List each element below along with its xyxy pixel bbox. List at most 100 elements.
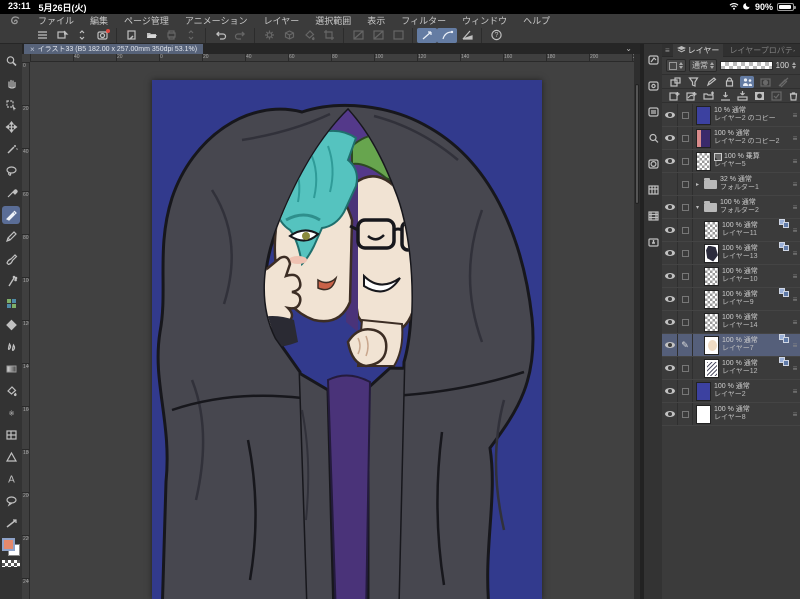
layer-checkbox[interactable]: [678, 265, 693, 287]
expander-icon[interactable]: ▸: [696, 181, 701, 188]
layer-row[interactable]: 100 % 通常 レイヤー11 ≡: [662, 219, 800, 242]
row-drag-handle[interactable]: ≡: [790, 265, 800, 287]
new-raster-layer-button[interactable]: [668, 90, 681, 102]
layer-row[interactable]: ✎ 100 % 通常 レイヤー7 ≡: [662, 334, 800, 357]
new-folder-button[interactable]: [702, 90, 715, 102]
tab-layer-property[interactable]: レイヤープロパティ: [723, 44, 795, 57]
palette-color-select[interactable]: [666, 59, 686, 72]
draft-layer-icon[interactable]: [704, 76, 718, 88]
layer-checkbox[interactable]: [678, 196, 693, 218]
layer-checkbox[interactable]: [678, 173, 693, 195]
layer-checkbox[interactable]: [678, 219, 693, 241]
layer-checkbox[interactable]: [678, 403, 693, 425]
animation-cels-panel-button[interactable]: [646, 182, 661, 197]
frame-border-tool[interactable]: [2, 426, 20, 444]
gradient-tool[interactable]: [2, 360, 20, 378]
layer-row[interactable]: 100 % 通常 レイヤー12 ≡: [662, 357, 800, 380]
quick-access-panel-button[interactable]: [646, 52, 661, 67]
help-button[interactable]: ?: [486, 28, 506, 43]
main-menu-button[interactable]: [32, 28, 52, 43]
row-drag-handle[interactable]: ≡: [790, 242, 800, 264]
layer-row[interactable]: 10 % 通常 レイヤー2 のコピー ≡: [662, 104, 800, 127]
layer-row[interactable]: 100 % 通常 レイヤー13 ≡: [662, 242, 800, 265]
panel-menu-icon[interactable]: ≡: [662, 46, 673, 55]
blend-tool[interactable]: [2, 338, 20, 356]
tool-property-panel-button[interactable]: [646, 104, 661, 119]
new-canvas-button[interactable]: [121, 28, 141, 43]
layer-visibility-toggle[interactable]: [662, 104, 678, 126]
layer-checkbox[interactable]: [678, 380, 693, 402]
pasteboard[interactable]: [30, 62, 640, 599]
row-drag-handle[interactable]: ≡: [790, 196, 800, 218]
lock-transparent-pixels-icon[interactable]: [686, 76, 700, 88]
layer-visibility-toggle[interactable]: [662, 403, 678, 425]
selection-tool[interactable]: [2, 162, 20, 180]
opacity-slider[interactable]: [720, 61, 773, 70]
reference-layer-icon[interactable]: [740, 75, 754, 88]
color-swatches[interactable]: [2, 538, 20, 556]
layer-row[interactable]: 100 % 通常 レイヤー10 ≡: [662, 265, 800, 288]
snap-ruler-button[interactable]: [417, 27, 437, 43]
row-drag-handle[interactable]: ≡: [790, 127, 800, 149]
editing-pencil-icon[interactable]: ✎: [678, 334, 693, 356]
auto-select-tool[interactable]: [2, 140, 20, 158]
sub-tool-panel-button[interactable]: [646, 78, 661, 93]
brush-tool[interactable]: [2, 250, 20, 268]
airbrush-tool[interactable]: [2, 272, 20, 290]
row-drag-handle[interactable]: ≡: [790, 380, 800, 402]
enable-mask-icon[interactable]: [758, 76, 772, 88]
layer-row[interactable]: 100 % 通常 レイヤー8 ≡: [662, 403, 800, 426]
layer-visibility-toggle[interactable]: [662, 380, 678, 402]
layer-checkbox[interactable]: [678, 357, 693, 379]
layer-visibility-toggle[interactable]: [662, 357, 678, 379]
menu-item-9[interactable]: ヘルプ: [515, 14, 558, 27]
information-panel-button[interactable]: [646, 234, 661, 249]
layer-row[interactable]: 100 % 通常 レイヤー2 のコピー2 ≡: [662, 127, 800, 150]
layer-property-panel-button[interactable]: [646, 156, 661, 171]
pencil-tool[interactable]: [2, 228, 20, 246]
delete-layer-button[interactable]: [787, 90, 800, 102]
menu-item-3[interactable]: アニメーション: [177, 14, 256, 27]
layer-checkbox[interactable]: [678, 104, 693, 126]
blend-mode-select[interactable]: 通常: [689, 59, 717, 72]
layer-row[interactable]: 100 % 通常 レイヤー9 ≡: [662, 288, 800, 311]
opacity-stepper[interactable]: [792, 62, 796, 69]
layer-visibility-toggle[interactable]: [662, 150, 678, 172]
timeline-panel-button[interactable]: [646, 208, 661, 223]
merge-down-button[interactable]: [736, 90, 749, 102]
row-drag-handle[interactable]: ≡: [790, 311, 800, 333]
transparent-color-swatch[interactable]: [2, 560, 20, 567]
layer-checkbox[interactable]: [678, 311, 693, 333]
menu-item-0[interactable]: ファイル: [30, 14, 82, 27]
fill-tool[interactable]: [2, 382, 20, 400]
figure-tool[interactable]: [2, 448, 20, 466]
row-drag-handle[interactable]: ≡: [790, 173, 800, 195]
menu-item-7[interactable]: フィルター: [393, 14, 454, 27]
expander-icon[interactable]: ▾: [696, 204, 701, 211]
row-drag-handle[interactable]: ≡: [790, 288, 800, 310]
menu-item-2[interactable]: ページ管理: [116, 14, 177, 27]
layer-row[interactable]: 100 % 通常 レイヤー14 ≡: [662, 311, 800, 334]
apply-mask-button[interactable]: [770, 90, 783, 102]
eraser-tool[interactable]: [2, 316, 20, 334]
lock-mask-icon[interactable]: [776, 76, 790, 88]
layer-checkbox[interactable]: [678, 127, 693, 149]
scrollbar-thumb[interactable]: [635, 84, 639, 204]
artwork-canvas[interactable]: [152, 80, 542, 599]
row-drag-handle[interactable]: ≡: [790, 357, 800, 379]
row-drag-handle[interactable]: ≡: [790, 334, 800, 356]
layer-checkbox[interactable]: [678, 150, 693, 172]
ruler-tool[interactable]: [2, 514, 20, 532]
row-drag-handle[interactable]: ≡: [790, 104, 800, 126]
document-tab[interactable]: × イラスト33 (B5 182.00 x 257.00mm 350dpi 53…: [24, 44, 204, 54]
hand-tool[interactable]: [2, 74, 20, 92]
chevron-down-icon[interactable]: ⌄: [625, 45, 632, 53]
layer-visibility-toggle[interactable]: [662, 265, 678, 287]
close-tab-icon[interactable]: ×: [30, 45, 35, 54]
app-logo-icon[interactable]: [0, 15, 30, 26]
eyedropper-tool[interactable]: [2, 184, 20, 202]
layer-visibility-toggle[interactable]: [662, 173, 678, 195]
layer-visibility-toggle[interactable]: [662, 334, 678, 356]
new-vector-layer-button[interactable]: [685, 90, 698, 102]
snap-special-ruler-button[interactable]: [437, 27, 457, 43]
